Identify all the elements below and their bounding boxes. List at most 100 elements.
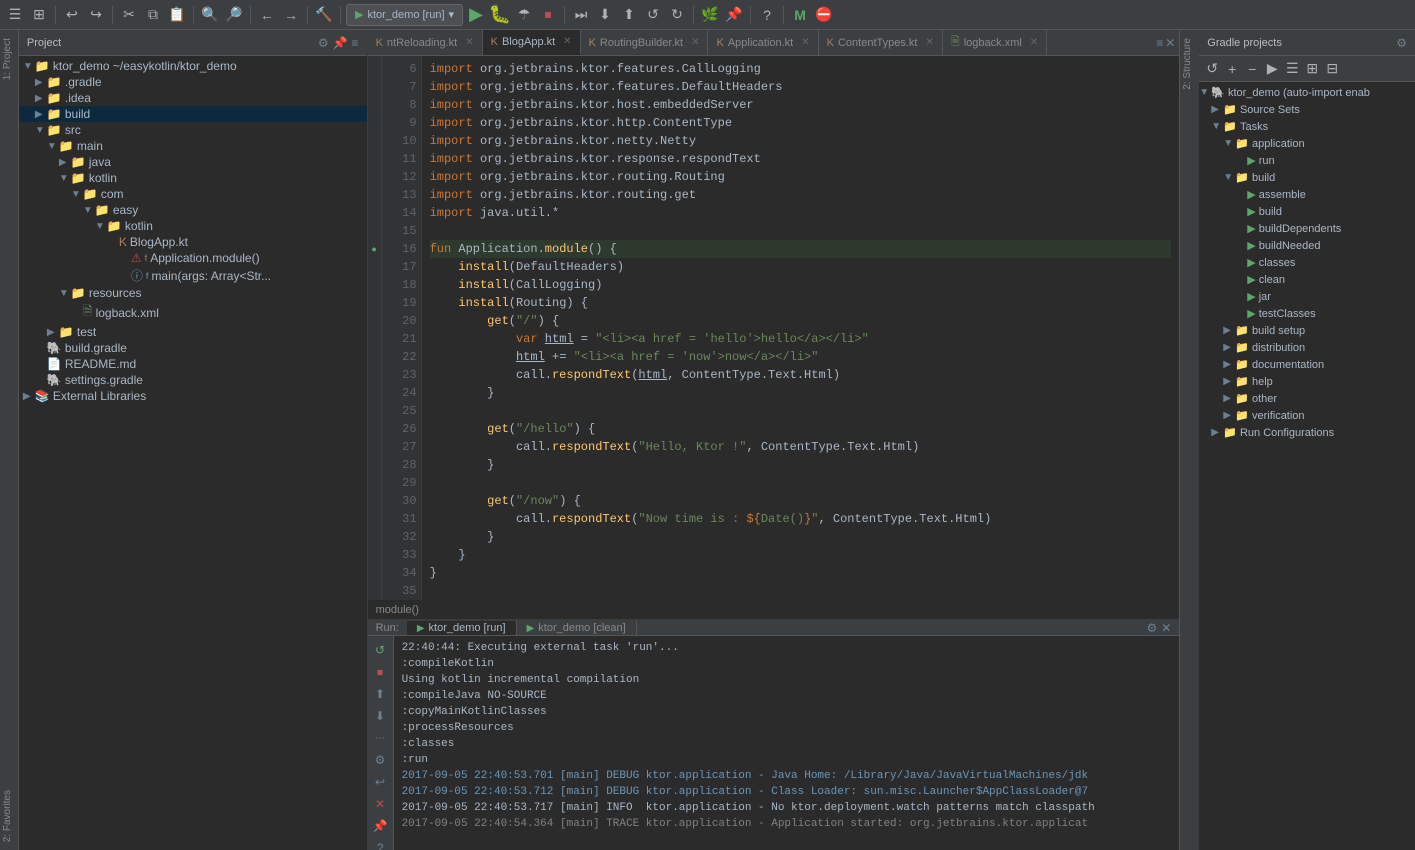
gradle-clean[interactable]: ▶ ▶ clean [1199,271,1415,288]
gradle-help[interactable]: ▶ 📁 help [1199,373,1415,390]
stop-btn[interactable]: ⏹ [370,662,390,682]
step-out-btn[interactable]: ⬆ [618,4,640,26]
tab-application[interactable]: K Application.kt ✕ [708,30,818,55]
tab-routing[interactable]: K RoutingBuilder.kt ✕ [581,30,709,55]
run-configuration[interactable]: ▶ ktor_demo [run] ▾ [346,4,463,26]
gear-icon[interactable]: ⚙ [318,36,329,50]
gradle-run-configurations[interactable]: ▶ 📁 Run Configurations [1199,424,1415,441]
filter-btn[interactable]: ⚙ [370,750,390,770]
coverage-btn[interactable]: ☂ [513,4,535,26]
tree-item-readme[interactable]: ▶ 📄 README.md [19,356,367,372]
gradle-build-folder[interactable]: ▼ 📁 build [1199,169,1415,186]
find2-btn[interactable]: 🔎 [223,4,245,26]
rerun-btn[interactable]: ↺ [642,4,664,26]
scroll-down-btn[interactable]: ⬇ [370,706,390,726]
run-btn[interactable]: ▶ [465,4,487,26]
m-btn[interactable]: M [789,4,811,26]
project-tab[interactable]: 1: Project [0,30,18,88]
rerun-btn[interactable]: ↺ [370,640,390,660]
menu-btn[interactable]: ☰ [4,4,26,26]
cut-btn[interactable]: ✂ [118,4,140,26]
tree-item-main[interactable]: ▼ 📁 main [19,138,367,154]
tab-application-close[interactable]: ✕ [801,37,809,48]
tree-item-test[interactable]: ▶ 📁 test [19,324,367,340]
close-icon[interactable]: ✕ [1161,621,1171,635]
tree-item-kotlin2[interactable]: ▼ 📁 kotlin [19,218,367,234]
clear-btn[interactable]: ✕ [370,794,390,814]
tree-item-settingsgradle[interactable]: ▶ 🐘 settings.gradle [19,372,367,388]
undo-btn[interactable]: ↩ [61,4,83,26]
gradle-refresh-btn[interactable]: ↺ [1203,60,1221,78]
gradle-verification[interactable]: ▶ 📁 verification [1199,407,1415,424]
tab-reloading[interactable]: K ntReloading.kt ✕ [368,30,483,55]
gradle-source-sets[interactable]: ▶ 📁 Source Sets [1199,101,1415,118]
step-over-btn[interactable]: ⏭ [570,4,592,26]
vcs-btn[interactable]: 🌿 [699,4,721,26]
redo-btn[interactable]: ↪ [85,4,107,26]
gradle-documentation[interactable]: ▶ 📁 documentation [1199,356,1415,373]
gradle-root[interactable]: ▼ 🐘 ktor_demo (auto-import enab [1199,84,1415,101]
tab-logback[interactable]: 🗎 logback.xml ✕ [943,30,1047,55]
tab-logback-close[interactable]: ✕ [1030,37,1038,48]
gradle-jar[interactable]: ▶ ▶ jar [1199,288,1415,305]
tab-blogapp-close[interactable]: ✕ [563,36,571,47]
new-btn[interactable]: ⊞ [28,4,50,26]
settings-icon[interactable]: ≡ [352,36,359,50]
help-run-btn[interactable]: ? [370,838,390,850]
gradle-settings-btn[interactable]: ⚙ [1396,36,1407,50]
gradle-distribution[interactable]: ▶ 📁 distribution [1199,339,1415,356]
gradle-classes[interactable]: ▶ ▶ classes [1199,254,1415,271]
tree-root[interactable]: ▼ 📁 ktor_demo ~/easykotlin/ktor_demo [19,58,367,74]
tab-blogapp[interactable]: K BlogApp.kt ✕ [483,30,581,55]
gradle-build-setup[interactable]: ▶ 📁 build setup [1199,322,1415,339]
gradle-toggle-btn[interactable]: ☰ [1283,60,1301,78]
tab-routing-close[interactable]: ✕ [691,37,699,48]
gradle-remove-btn[interactable]: − [1243,60,1261,78]
tree-item-src[interactable]: ▼ 📁 src [19,122,367,138]
tab-contenttypes-close[interactable]: ✕ [925,37,933,48]
gradle-buildneeded[interactable]: ▶ ▶ buildNeeded [1199,237,1415,254]
tree-item-resources[interactable]: ▼ 📁 resources [19,285,367,301]
vcs2-btn[interactable]: 📌 [723,4,745,26]
tree-item-kotlin[interactable]: ▼ 📁 kotlin [19,170,367,186]
tree-item-extlibs[interactable]: ▶ 📚 External Libraries [19,388,367,404]
code-content[interactable]: import org.jetbrains.ktor.features.CallL… [422,56,1180,600]
tree-item-build[interactable]: ▶ 📁 build [19,106,367,122]
gradle-assemble[interactable]: ▶ ▶ assemble [1199,186,1415,203]
paste-btn[interactable]: 📋 [166,4,188,26]
step-into-btn[interactable]: ⬇ [594,4,616,26]
gradle-other[interactable]: ▶ 📁 other [1199,390,1415,407]
settings-btn[interactable]: ⛔ [813,4,835,26]
stop-btn[interactable]: ⏹ [537,4,559,26]
favorites-tab[interactable]: 2: Favorites [0,782,18,850]
tree-item-blogapp[interactable]: ▶ K BlogApp.kt [19,234,367,250]
find-btn[interactable]: 🔍 [199,4,221,26]
pin-run-btn[interactable]: 📌 [370,816,390,836]
run-tab1[interactable]: ▶ ktor_demo [run] [407,621,517,635]
structure-tab[interactable]: 2: Structure [1180,30,1198,98]
tab-list-btn[interactable]: ≡ [1156,36,1163,50]
pin-icon[interactable]: 📌 [333,36,348,50]
gradle-builddependents[interactable]: ▶ ▶ buildDependents [1199,220,1415,237]
dots-btn[interactable]: ⋯ [370,728,390,748]
gradle-add-btn[interactable]: + [1223,60,1241,78]
copy-btn[interactable]: ⧉ [142,4,164,26]
run-tab2[interactable]: ▶ ktor_demo [clean] [517,621,637,635]
tree-item-easy[interactable]: ▼ 📁 easy [19,202,367,218]
tree-item-java[interactable]: ▶ 📁 java [19,154,367,170]
gradle-expand-btn[interactable]: ⊞ [1303,60,1321,78]
back-btn[interactable]: ← [256,4,278,26]
gradle-collapse-btn[interactable]: ⊟ [1323,60,1341,78]
tree-item-com[interactable]: ▼ 📁 com [19,186,367,202]
code-editor[interactable]: ● 6 7 8 9 10 11 12 13 14 15 16 17 18 [368,56,1180,600]
gradle-build-task[interactable]: ▶ ▶ build [1199,203,1415,220]
tree-item-idea[interactable]: ▶ 📁 .idea [19,90,367,106]
run-tab-settings[interactable]: ⚙ ✕ [1139,621,1180,635]
scroll-up-btn[interactable]: ⬆ [370,684,390,704]
gradle-testclasses[interactable]: ▶ ▶ testClasses [1199,305,1415,322]
tab-close-all-btn[interactable]: ✕ [1165,36,1175,50]
tree-item-gradle-folder[interactable]: ▶ 📁 .gradle [19,74,367,90]
gradle-application[interactable]: ▼ 📁 application [1199,135,1415,152]
gradle-tasks[interactable]: ▼ 📁 Tasks [1199,118,1415,135]
help-btn[interactable]: ? [756,4,778,26]
